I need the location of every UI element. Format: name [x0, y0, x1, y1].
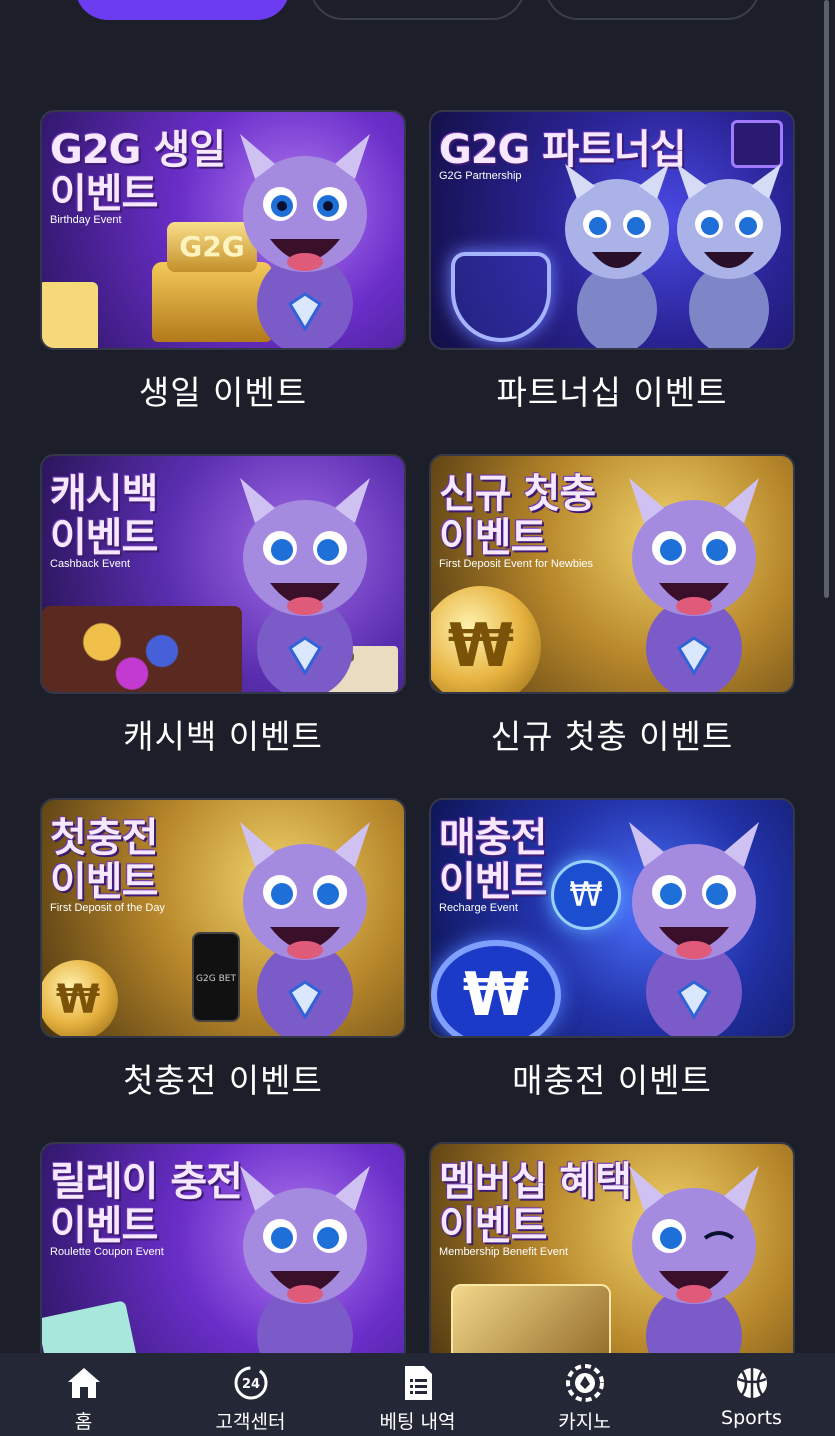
event-card-newbie-deposit[interactable]: 신규 첫충 이벤트 First Deposit Event for Newbie…	[429, 454, 795, 758]
banner-subtitle: First Deposit Event for Newbies	[439, 558, 594, 570]
nav-bet-history[interactable]: 베팅 내역	[334, 1353, 501, 1436]
banner-title: 매충전 이벤트	[439, 815, 547, 905]
banner-subtitle: G2G Partnership	[439, 170, 522, 182]
event-banner-birthday[interactable]: G2G 생일 이벤트 Birthday Event G2G	[40, 110, 406, 350]
event-caption[interactable]: 파트너십 이벤트	[429, 366, 795, 414]
casino-chip-icon	[565, 1364, 604, 1402]
banner-title: 캐시백 이벤트	[50, 471, 158, 561]
dragon-mascot-illustration	[619, 1166, 769, 1380]
event-caption[interactable]: 첫충전 이벤트	[40, 1054, 406, 1102]
tab-third[interactable]	[545, 0, 760, 20]
banner-subtitle: Birthday Event	[50, 214, 122, 226]
banner-subtitle: First Deposit of the Day	[50, 902, 165, 914]
event-banner-recharge[interactable]: 매충전 이벤트 Recharge Event ₩ ₩	[429, 798, 795, 1038]
event-card-cashback[interactable]: 캐시백 이벤트 Cashback Event 50000 캐시백 이벤트	[40, 454, 406, 758]
nav-label: 카지노	[558, 1411, 611, 1433]
nav-label: 베팅 내역	[379, 1411, 456, 1433]
dragon-mascot-illustration	[619, 822, 769, 1036]
banner-title: 멤버십 혜택 이벤트	[439, 1159, 632, 1249]
dragon-mascot-illustration	[230, 822, 380, 1036]
shield-icon	[451, 252, 551, 342]
event-card-recharge[interactable]: 매충전 이벤트 Recharge Event ₩ ₩ 매충전 이벤트	[429, 798, 795, 1102]
event-card-daily-first-deposit[interactable]: 첫충전 이벤트 First Deposit of the Day ₩ G2G B…	[40, 798, 406, 1102]
nav-home[interactable]: 홈	[0, 1353, 167, 1436]
svg-text:24: 24	[241, 1377, 259, 1392]
tab-active[interactable]	[75, 0, 290, 20]
dragon-mascot-illustration	[230, 134, 380, 348]
won-coin-icon: ₩	[431, 586, 541, 692]
won-coin-icon: ₩	[42, 960, 118, 1036]
home-icon	[67, 1368, 100, 1398]
event-card-partnership[interactable]: G2G 파트너십 G2G Partnership 파트너십 이벤트	[429, 110, 795, 414]
event-banner-cashback[interactable]: 캐시백 이벤트 Cashback Event 50000	[40, 454, 406, 694]
event-banner-partnership[interactable]: G2G 파트너십 G2G Partnership	[429, 110, 795, 350]
nav-sports[interactable]: Sports	[668, 1353, 835, 1436]
support-24-icon: 24	[234, 1366, 267, 1400]
nav-casino[interactable]: 카지노	[501, 1353, 668, 1436]
event-card-membership[interactable]: 멤버십 혜택 이벤트 Membership Benefit Event	[429, 1142, 795, 1382]
dragon-mascot-illustration	[230, 478, 380, 692]
dragon-mascots-illustration	[557, 134, 787, 348]
nav-support[interactable]: 24 고객센터	[167, 1353, 334, 1436]
banner-subtitle: Cashback Event	[50, 558, 131, 570]
category-tabs	[0, 0, 835, 20]
dragon-mascot-illustration	[230, 1166, 380, 1380]
event-banner-newbie-deposit[interactable]: 신규 첫충 이벤트 First Deposit Event for Newbie…	[429, 454, 795, 694]
banner-subtitle: Recharge Event	[439, 902, 518, 914]
chips-pile-illustration	[42, 606, 242, 692]
banner-title: G2G 생일 이벤트	[50, 127, 226, 217]
scrollbar[interactable]	[824, 0, 829, 598]
banner-title: 신규 첫충 이벤트	[439, 471, 596, 561]
event-card-relay-charge[interactable]: 릴레이 충전 이벤트 Roulette Coupon Event	[40, 1142, 406, 1382]
tab-second[interactable]	[310, 0, 525, 20]
event-card-birthday[interactable]: G2G 생일 이벤트 Birthday Event G2G 생일 이벤트	[40, 110, 406, 414]
event-banner-relay-charge[interactable]: 릴레이 충전 이벤트 Roulette Coupon Event	[40, 1142, 406, 1382]
event-banner-daily-first-deposit[interactable]: 첫충전 이벤트 First Deposit of the Day ₩ G2G B…	[40, 798, 406, 1038]
event-caption[interactable]: 신규 첫충 이벤트	[429, 710, 795, 758]
event-caption[interactable]: 캐시백 이벤트	[40, 710, 406, 758]
bottom-nav: 홈 24 고객센터 베팅 내역 카지노 Sports	[0, 1353, 835, 1436]
dragon-mascot-illustration	[619, 478, 769, 692]
nav-label: 고객센터	[215, 1411, 286, 1433]
won-orb-icon: ₩	[551, 860, 621, 930]
banner-title: 릴레이 충전 이벤트	[50, 1159, 243, 1249]
sports-ball-icon	[736, 1368, 767, 1398]
nav-label: Sports	[721, 1407, 782, 1429]
banner-title: 첫충전 이벤트	[50, 815, 158, 905]
event-caption[interactable]: 매충전 이벤트	[429, 1054, 795, 1102]
event-banner-membership[interactable]: 멤버십 혜택 이벤트 Membership Benefit Event	[429, 1142, 795, 1382]
banner-subtitle: Roulette Coupon Event	[50, 1246, 164, 1258]
gift-box-icon	[42, 282, 98, 348]
banner-subtitle: Membership Benefit Event	[439, 1246, 569, 1258]
nav-label: 홈	[74, 1411, 93, 1433]
won-coin-icon: ₩	[431, 940, 561, 1036]
event-caption[interactable]: 생일 이벤트	[40, 366, 406, 414]
document-list-icon	[404, 1366, 432, 1400]
